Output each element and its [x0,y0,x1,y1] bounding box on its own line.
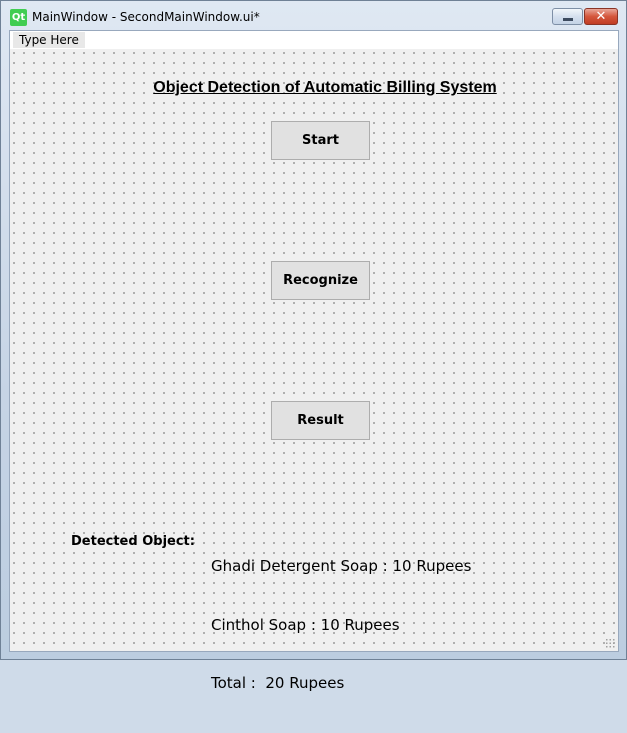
close-icon: ✕ [595,9,607,24]
menu-bar: Type Here [10,31,618,49]
result-line: Cinthol Soap : 10 Rupees [211,615,400,634]
page-title: Object Detection of Automatic Billing Sy… [153,79,497,96]
resize-grip-icon[interactable] [605,638,615,648]
form-canvas: Object Detection of Automatic Billing Sy… [10,49,618,692]
menu-type-here[interactable]: Type Here [13,32,85,48]
start-button[interactable]: Start [271,121,370,160]
main-window: Qt MainWindow - SecondMainWindow.ui* ✕ T… [0,0,627,692]
detected-object-results: Ghadi Detergent Soap : 10 Rupees Cinthol… [211,518,471,733]
result-line: Ghadi Detergent Soap : 10 Rupees [211,557,472,575]
window-title: MainWindow - SecondMainWindow.ui* [32,10,260,24]
minimize-icon [563,18,573,21]
close-button[interactable]: ✕ [584,8,618,25]
recognize-button[interactable]: Recognize [271,261,370,300]
title-bar[interactable]: Qt MainWindow - SecondMainWindow.ui* ✕ [1,1,626,30]
result-button[interactable]: Result [271,401,370,440]
detected-object-label: Detected Object: [71,534,195,549]
client-area: Type Here Object Detection of Automatic … [9,30,619,692]
minimize-button[interactable] [552,8,583,25]
result-line: Total : 20 Rupees [211,674,345,692]
qt-logo-icon: Qt [10,9,27,26]
